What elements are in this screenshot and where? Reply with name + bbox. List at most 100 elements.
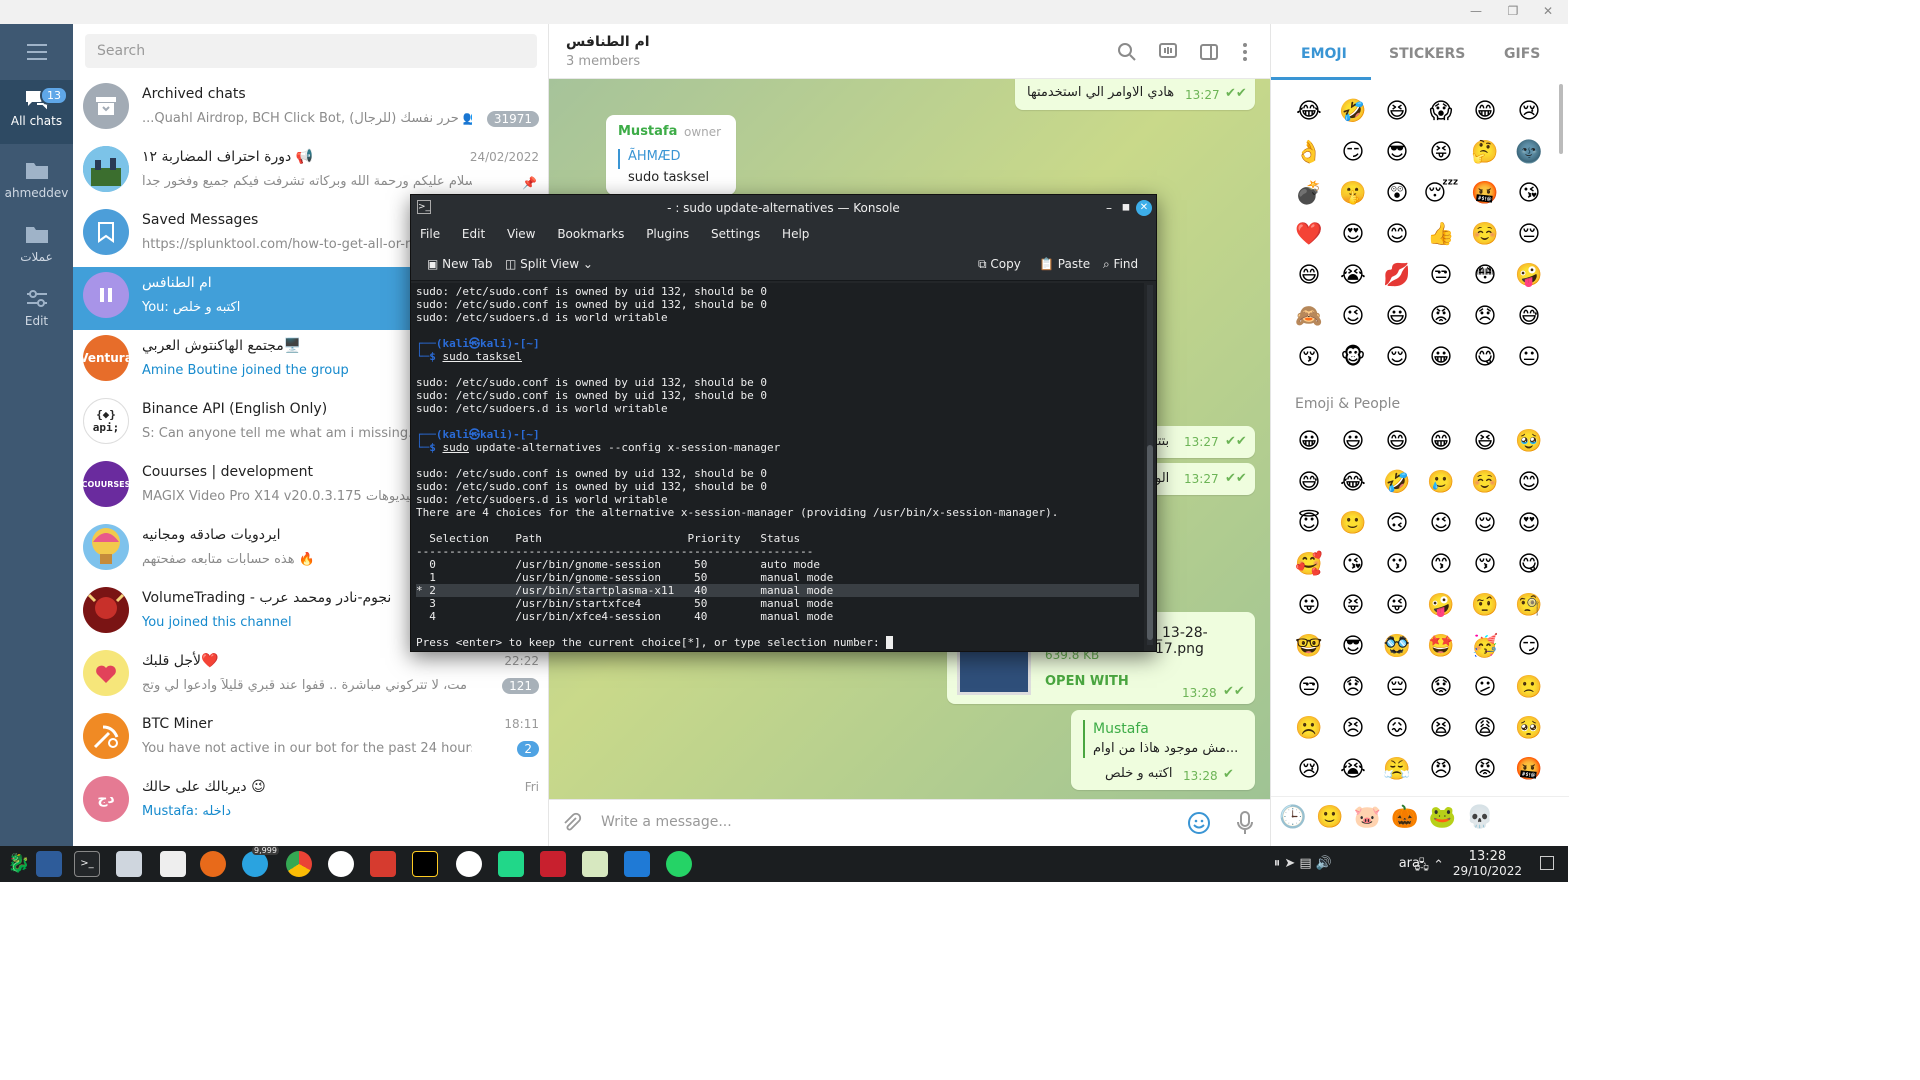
emoji-item[interactable]: 🤨: [1463, 590, 1507, 622]
show-desktop-icon[interactable]: [1540, 856, 1554, 870]
emoji-item[interactable]: 😊: [1507, 467, 1551, 499]
clock[interactable]: 13:28 29/10/2022: [1453, 850, 1522, 879]
restore-icon[interactable]: ❐: [1505, 3, 1521, 19]
folder-edit[interactable]: Edit: [0, 280, 73, 344]
message-bubble[interactable]: بتتو 13:27 ✔✔: [1147, 426, 1255, 458]
emoji-item[interactable]: 😱: [1419, 96, 1463, 128]
emoji-icon[interactable]: [1187, 811, 1211, 835]
emoji-item[interactable]: 😕: [1463, 672, 1507, 704]
tab-emoji[interactable]: EMOJI: [1301, 46, 1347, 62]
emoji-item[interactable]: 😳: [1463, 260, 1507, 292]
emoji-item[interactable]: 😣: [1331, 713, 1375, 745]
emoji-item[interactable]: 😝: [1331, 590, 1375, 622]
emoji-item[interactable]: 🙂: [1331, 508, 1375, 540]
emoji-item[interactable]: 😆: [1375, 96, 1419, 128]
copy-button[interactable]: ⧉ Copy: [978, 247, 1021, 281]
emoji-item[interactable]: 😏: [1331, 137, 1375, 169]
more-options-icon[interactable]: [1235, 42, 1255, 62]
tab-gifs[interactable]: GIFS: [1504, 46, 1540, 62]
message-bubble[interactable]: Mustafa owner ÃHMÆD sudo tasksel: [606, 115, 736, 195]
emoji-item[interactable]: 😤: [1375, 754, 1419, 786]
message-bubble[interactable]: الو 13:27 ✔✔: [1147, 463, 1255, 495]
tray-icons[interactable]: ⏸ ➤ ▤ 🔊: [1274, 856, 1332, 871]
emoji-item[interactable]: 🤓: [1287, 631, 1331, 663]
emoji-item[interactable]: 🙃: [1375, 508, 1419, 540]
scrollbar[interactable]: [1559, 84, 1563, 154]
emoji-item[interactable]: 😎: [1331, 631, 1375, 663]
pycharm-icon[interactable]: [498, 851, 524, 877]
emoji-item[interactable]: 😍: [1331, 219, 1375, 251]
emoji-item[interactable]: 😞: [1331, 672, 1375, 704]
emoji-item[interactable]: 🥳: [1463, 631, 1507, 663]
emoji-item[interactable]: 😲: [1375, 178, 1419, 210]
emoji-item[interactable]: ☺️: [1463, 219, 1507, 251]
chat-name[interactable]: ام الطنافس: [566, 34, 650, 50]
minimize-icon[interactable]: —: [1468, 3, 1484, 19]
emoji-item[interactable]: 😔: [1507, 219, 1551, 251]
emoji-item[interactable]: 😌: [1463, 508, 1507, 540]
emoji-item[interactable]: 😅: [1507, 301, 1551, 333]
emoji-item[interactable]: 😋: [1463, 342, 1507, 374]
microphone-icon[interactable]: [1235, 810, 1255, 836]
file-thumbnail[interactable]: [957, 647, 1031, 695]
emoji-item[interactable]: 😊: [1375, 219, 1419, 251]
emoji-item[interactable]: 😘: [1507, 178, 1551, 210]
desktop-pager-icon[interactable]: [36, 851, 62, 877]
emoji-item[interactable]: 😎: [1375, 137, 1419, 169]
emoji-item[interactable]: 😋: [1507, 549, 1551, 581]
message-input[interactable]: Write a message...: [601, 814, 732, 830]
app-icon[interactable]: [328, 851, 354, 877]
telegram-icon[interactable]: 9,999: [242, 846, 279, 877]
emoji-item[interactable]: 🤣: [1375, 467, 1419, 499]
emoji-item[interactable]: 😟: [1419, 672, 1463, 704]
emoji-item[interactable]: 🥺: [1507, 713, 1551, 745]
maximize-icon[interactable]: ◼: [1122, 195, 1130, 221]
terminal-app-icon[interactable]: >_: [74, 851, 100, 877]
emoji-item[interactable]: 😍: [1507, 508, 1551, 540]
emoji-item[interactable]: 😘: [1331, 549, 1375, 581]
emoji-item[interactable]: 😇: [1287, 508, 1331, 540]
app-icon[interactable]: [456, 851, 482, 877]
search-icon[interactable]: [1117, 42, 1137, 62]
emoji-category-icon[interactable]: 🙂: [1316, 805, 1343, 830]
emoji-item[interactable]: 😴: [1419, 178, 1463, 210]
menu-settings[interactable]: Settings: [711, 227, 760, 241]
kali-menu-icon[interactable]: 🐉: [6, 851, 32, 877]
emoji-item[interactable]: 🥸: [1375, 631, 1419, 663]
emoji-item[interactable]: 😒: [1287, 672, 1331, 704]
emoji-item[interactable]: 🤬: [1507, 754, 1551, 786]
emoji-item[interactable]: 😉: [1331, 301, 1375, 333]
emoji-item[interactable]: 😄: [1287, 260, 1331, 292]
emoji-item[interactable]: 🤔: [1463, 137, 1507, 169]
text-editor-icon[interactable]: [160, 851, 186, 877]
emoji-item[interactable]: 😚: [1287, 342, 1331, 374]
sidebar-toggle-icon[interactable]: [1199, 42, 1219, 62]
emoji-category-icon[interactable]: 🐸: [1429, 805, 1456, 830]
folder-currencies[interactable]: عملات: [0, 216, 73, 280]
open-with-button[interactable]: OPEN WITH: [1045, 674, 1129, 689]
emoji-item[interactable]: 😃: [1331, 426, 1375, 458]
emoji-item[interactable]: 😅: [1287, 467, 1331, 499]
emoji-item[interactable]: 🥰: [1287, 549, 1331, 581]
folder-ahmeddev[interactable]: ahmeddev: [0, 152, 73, 216]
emoji-item[interactable]: 😙: [1419, 549, 1463, 581]
emoji-item[interactable]: 🤪: [1507, 260, 1551, 292]
menu-edit[interactable]: Edit: [462, 227, 485, 241]
chrome-icon[interactable]: [286, 851, 312, 877]
emoji-item[interactable]: 😭: [1331, 260, 1375, 292]
emoji-item[interactable]: 😂: [1331, 467, 1375, 499]
terminal-output[interactable]: sudo: /etc/sudo.conf is owned by uid 132…: [411, 283, 1144, 651]
emoji-category-icon[interactable]: 🎃: [1391, 805, 1418, 830]
emoji-item[interactable]: 🤣: [1331, 96, 1375, 128]
split-view-button[interactable]: ◫ Split View ⌄: [505, 247, 593, 281]
menu-icon[interactable]: [27, 44, 47, 65]
emoji-category-icon[interactable]: 🐷: [1354, 805, 1381, 830]
emoji-category-icon[interactable]: 🕒: [1279, 805, 1306, 830]
close-icon[interactable]: ✕: [1540, 3, 1556, 19]
emoji-item[interactable]: 😛: [1287, 590, 1331, 622]
emoji-category-icon[interactable]: 💀: [1466, 805, 1493, 830]
message-bubble[interactable]: Mustafa مش موجود هاذا من اوام... اكتبه و…: [1071, 710, 1255, 790]
emoji-item[interactable]: 😃: [1375, 301, 1419, 333]
emoji-item[interactable]: 🧐: [1507, 590, 1551, 622]
app-icon[interactable]: [540, 851, 566, 877]
